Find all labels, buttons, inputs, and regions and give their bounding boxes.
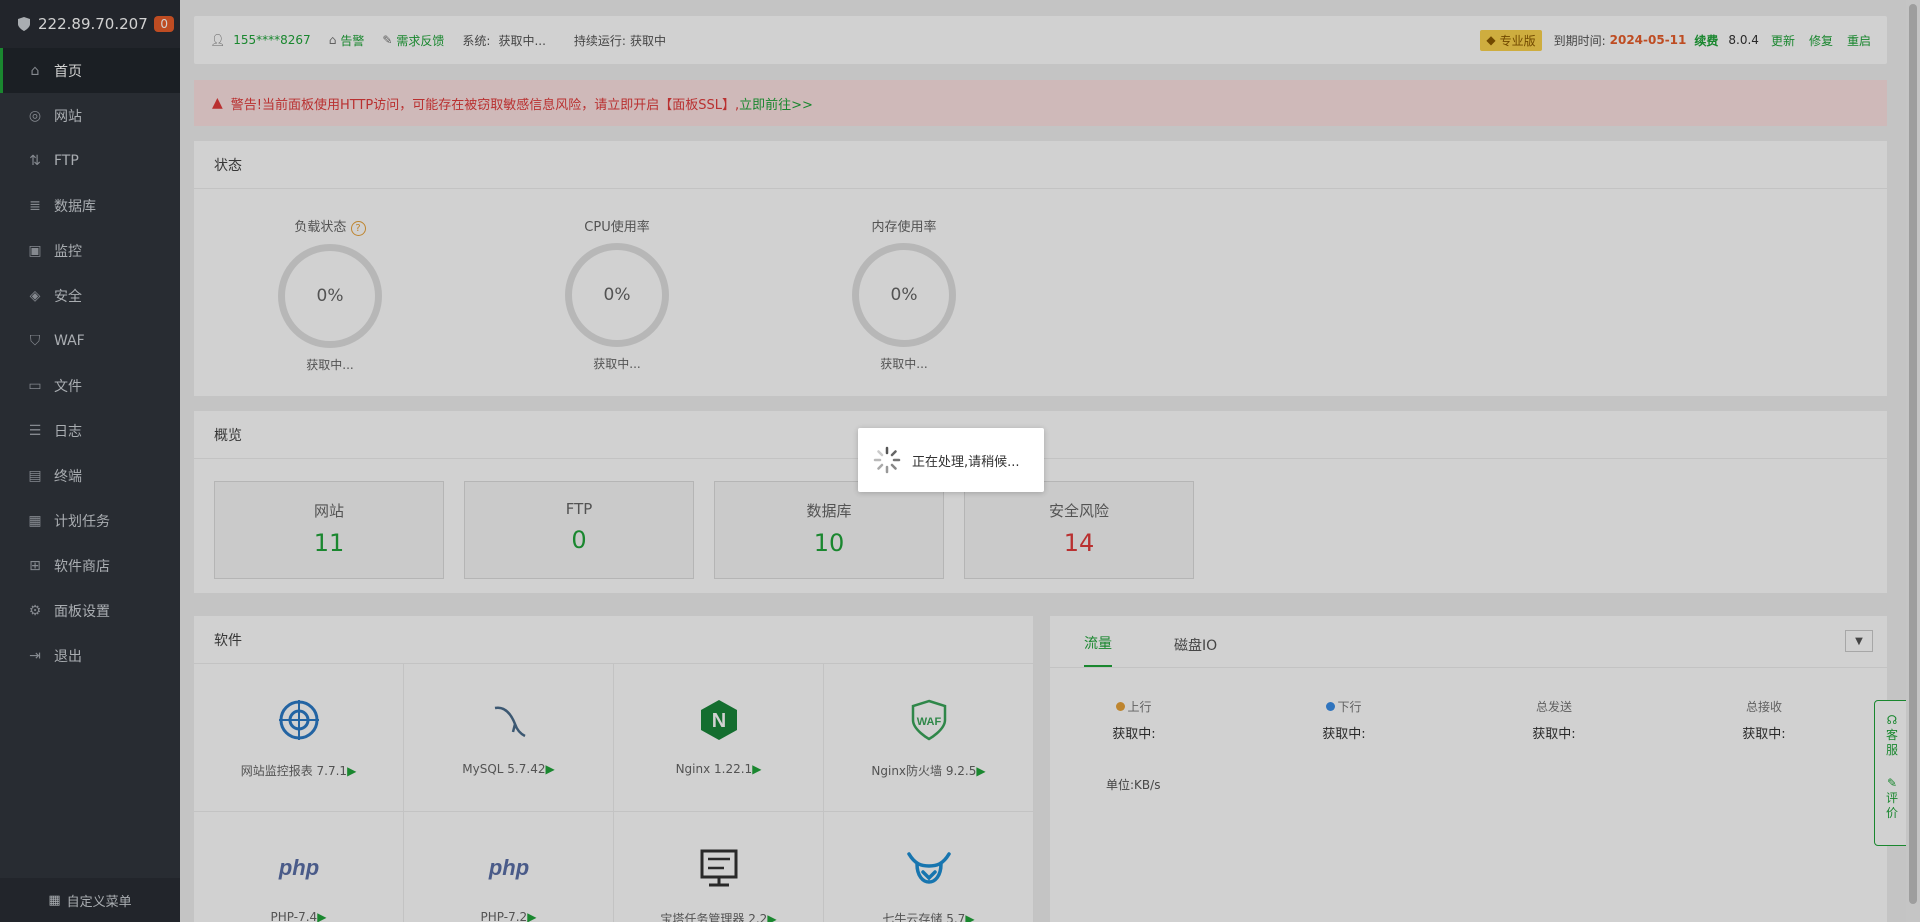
loading-text: 正在处理,请稍候... (912, 454, 1020, 470)
loading-dialog: 正在处理,请稍候... (858, 428, 1044, 492)
spinner-icon (873, 446, 901, 474)
